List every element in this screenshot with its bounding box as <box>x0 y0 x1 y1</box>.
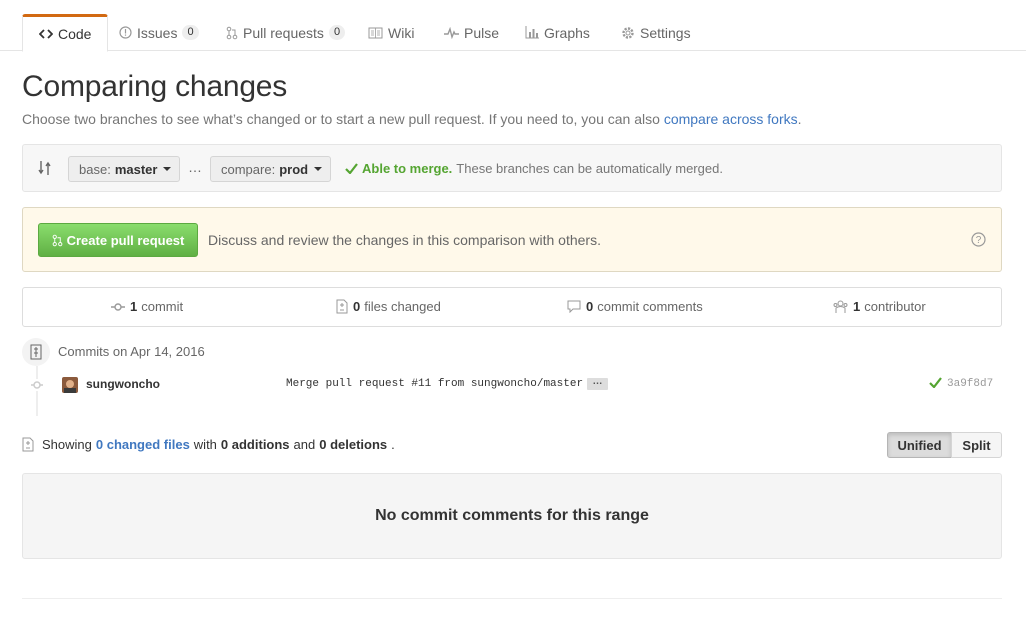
file-diff-icon <box>22 437 34 452</box>
expand-message-button[interactable]: … <box>587 377 608 390</box>
question-icon[interactable]: ? <box>971 232 986 247</box>
commit-sha-link[interactable]: 3a9f8d7 <box>947 378 993 390</box>
comment-icon <box>567 300 581 313</box>
page-title: Comparing changes <box>22 70 288 103</box>
showing-text: Showing <box>42 437 92 452</box>
changed-files-link[interactable]: 0 changed files <box>96 437 190 452</box>
pr-counter: 0 <box>328 25 346 40</box>
unified-view-button[interactable]: Unified <box>887 432 952 458</box>
commit-message[interactable]: Merge pull request #11 from sungwoncho/m… <box>286 378 583 390</box>
merge-status-label: Able to merge. <box>362 161 453 176</box>
comments-summary[interactable]: 0 commit comments <box>567 299 703 314</box>
git-commit-file-icon <box>30 344 42 360</box>
pull-request-icon <box>52 234 62 246</box>
deletions-count: 0 deletions <box>319 437 388 452</box>
merge-status: Able to merge. These branches can be aut… <box>345 161 723 176</box>
merge-status-text: These branches can be automatically merg… <box>456 161 723 176</box>
no-comments-blankslate: No commit comments for this range <box>22 473 1002 559</box>
numbers-summary: 1 commit 0 files changed 0 commit comments … <box>22 287 1002 327</box>
gear-icon <box>622 26 634 39</box>
showing-end: . <box>391 437 395 452</box>
issues-counter: 0 <box>182 25 199 40</box>
comments-count: 0 <box>586 299 594 314</box>
compare-arrows-icon <box>38 161 51 175</box>
create-pr-label: Create pull request <box>66 232 185 248</box>
commit-timeline <box>36 366 38 416</box>
compare-branch-select[interactable]: compare: prod <box>210 156 331 182</box>
compare-value: prod <box>279 161 309 177</box>
commit-author[interactable]: sungwoncho <box>86 377 160 391</box>
contributors-count: 1 <box>853 299 861 314</box>
commits-day-badge <box>22 338 50 366</box>
svg-text:?: ? <box>976 235 982 246</box>
base-label: base: <box>79 161 111 177</box>
commits-summary[interactable]: 1 commit <box>111 299 183 314</box>
tab-pulse[interactable]: Pulse <box>428 14 515 51</box>
footer-divider <box>22 598 1002 599</box>
base-value: master <box>114 161 158 177</box>
files-summary[interactable]: 0 files changed <box>336 299 441 314</box>
code-icon <box>39 29 53 39</box>
tab-label: Pull requests <box>243 24 324 41</box>
tab-label: Pulse <box>464 24 500 41</box>
subtitle-end: . <box>797 111 802 127</box>
range-editor: base: master … compare: prod Able to merge… <box>22 144 1002 192</box>
files-count: 0 <box>353 299 361 314</box>
commits-day-title: Commits on Apr 14, 2016 <box>58 344 205 359</box>
additions-count: 0 additions <box>220 437 290 452</box>
tab-pull-requests[interactable]: Pull requests 0 <box>210 14 361 51</box>
file-diff-icon <box>336 299 348 314</box>
commits-count: 1 <box>130 299 138 314</box>
tab-label: Issues <box>137 24 178 41</box>
graph-icon <box>525 26 539 39</box>
tab-label: Code <box>58 26 92 42</box>
caret-down-icon <box>163 167 172 171</box>
tab-label: Settings <box>640 24 691 41</box>
repo-nav: Code Issues 0 Pull requests 0 Wiki Pulse… <box>0 0 1026 52</box>
avatar[interactable] <box>62 377 78 393</box>
pulse-icon <box>444 26 459 39</box>
contributors-summary[interactable]: 1 contributor <box>833 299 926 314</box>
check-icon[interactable] <box>929 377 942 388</box>
page-subtitle: Choose two branches to see what’s change… <box>22 111 802 127</box>
issue-icon <box>119 26 132 39</box>
comments-label: commit comments <box>597 299 703 314</box>
compare-across-forks-link[interactable]: compare across forks <box>664 111 798 127</box>
base-branch-select[interactable]: base: master <box>68 156 180 182</box>
and-text: and <box>293 437 316 452</box>
diff-summary: Showing 0 changed files with 0 additions… <box>22 437 395 452</box>
files-label: files changed <box>364 299 441 314</box>
check-icon <box>345 163 358 174</box>
create-pull-request-button[interactable]: Create pull request <box>38 223 198 257</box>
pull-request-icon <box>226 26 238 39</box>
banner-text: Discuss and review the changes in this c… <box>208 232 601 248</box>
commit-icon <box>111 302 125 311</box>
tab-label: Graphs <box>544 24 590 41</box>
book-icon <box>368 27 383 38</box>
commits-label: commit <box>141 299 184 314</box>
contributors-label: contributor <box>864 299 926 314</box>
range-dots: … <box>188 159 202 175</box>
with-text: with <box>193 437 217 452</box>
compare-label: compare: <box>221 161 276 177</box>
tab-wiki[interactable]: Wiki <box>352 14 430 51</box>
tab-issues[interactable]: Issues 0 <box>103 14 215 51</box>
tab-graphs[interactable]: Graphs <box>509 14 606 51</box>
subtitle-text: Choose two branches to see what’s change… <box>22 111 660 127</box>
tab-label: Wiki <box>388 24 415 41</box>
caret-down-icon <box>314 167 323 171</box>
create-pr-banner: Create pull request Discuss and review t… <box>22 207 1002 272</box>
commit-node-icon <box>31 379 43 391</box>
split-view-button[interactable]: Split <box>951 432 1002 458</box>
blankslate-text: No commit comments for this range <box>375 507 649 524</box>
organization-icon <box>833 300 848 313</box>
tab-code[interactable]: Code <box>22 14 109 52</box>
tab-settings[interactable]: Settings <box>605 14 707 51</box>
